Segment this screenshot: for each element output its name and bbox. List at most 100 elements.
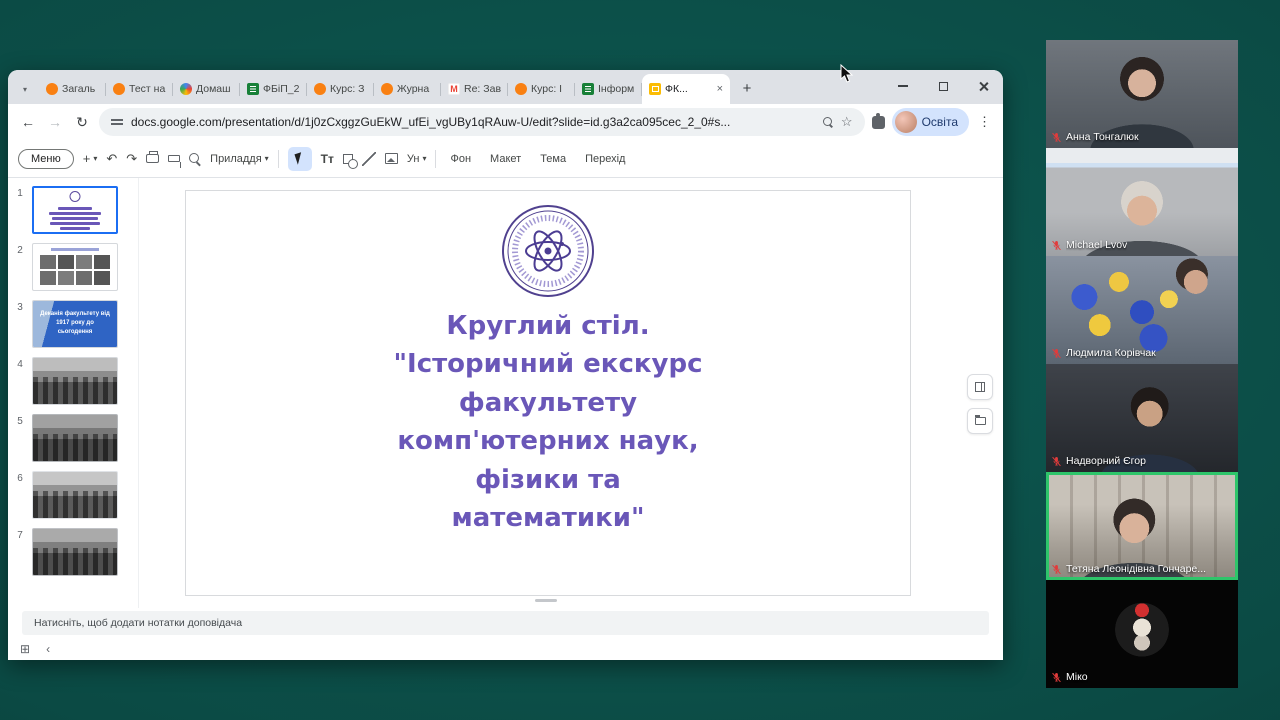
slide-filmstrip: 1 2	[8, 178, 138, 608]
transition-button[interactable]: Перехід	[580, 149, 630, 169]
browser-tab-4[interactable]: ФБіП_2	[240, 74, 307, 104]
mic-muted-icon	[1051, 240, 1062, 251]
url-text[interactable]: docs.google.com/presentation/d/1j0zCxggz…	[131, 115, 815, 129]
participant-name: Анна Тонгалюк	[1066, 131, 1139, 143]
slide-thumbnail-4[interactable]	[32, 357, 118, 405]
slide-thumbnail-2[interactable]	[32, 243, 118, 291]
participant-name: Міко	[1066, 671, 1088, 683]
font-dropdown-label: Ун	[407, 153, 420, 165]
tab-label: Інформ	[598, 83, 635, 95]
slide-thumbnail-1[interactable]	[32, 186, 118, 234]
participant-tile-tetiana-active-speaker[interactable]: Тетяна Леонідівна Гончаре...	[1046, 472, 1238, 580]
new-slide-button[interactable]: + ▾	[83, 151, 98, 166]
theme-button[interactable]: Тема	[535, 149, 571, 169]
print-icon[interactable]	[146, 154, 159, 163]
browser-tab-3[interactable]: Домаш	[173, 74, 240, 104]
collapse-filmstrip-button[interactable]: ‹	[46, 642, 50, 656]
tab-search-button[interactable]: ▾	[14, 78, 36, 100]
address-bar: ← → ↻ docs.google.com/presentation/d/1j0…	[8, 104, 1003, 140]
line-tool-icon[interactable]	[362, 152, 376, 166]
slide-title[interactable]: Круглий стіл. "Історичний екскурс факуль…	[226, 307, 870, 538]
new-tab-button[interactable]: +	[734, 75, 760, 101]
participant-tile-liudmyla[interactable]: Людмила Корівчак	[1046, 256, 1238, 364]
forward-button[interactable]: →	[45, 114, 65, 130]
participant-name: Тетяна Леонідівна Гончаре...	[1066, 563, 1206, 575]
tab-close-icon[interactable]: ×	[717, 83, 723, 95]
slide-number: 1	[8, 186, 32, 234]
minimize-icon	[898, 85, 908, 87]
speaker-notes-input[interactable]: Натисніть, щоб додати нотатки доповідача	[22, 611, 989, 635]
layout-button[interactable]: Макет	[485, 149, 526, 169]
participant-name-tag: Michael Lvov	[1051, 239, 1127, 251]
window-controls	[883, 70, 1003, 102]
tab-label: Журна	[397, 83, 434, 95]
undo-button[interactable]: ↶	[106, 151, 117, 167]
font-dropdown[interactable]: Ун ▾	[407, 153, 427, 165]
browser-tab-1[interactable]: Загаль	[39, 74, 106, 104]
chevron-down-icon: ▾	[265, 154, 269, 163]
back-button[interactable]: ←	[18, 114, 38, 130]
browser-tab-6[interactable]: Журна	[374, 74, 441, 104]
close-window-button[interactable]	[963, 70, 1003, 102]
maximize-button[interactable]	[923, 70, 963, 102]
url-omnibox[interactable]: docs.google.com/presentation/d/1j0zCxggz…	[99, 108, 865, 136]
extensions-icon[interactable]	[872, 116, 885, 129]
participant-tile-anna[interactable]: Анна Тонгалюк	[1046, 40, 1238, 148]
current-slide[interactable]: Круглий стіл. "Історичний екскурс факуль…	[185, 190, 911, 596]
bookmark-star-icon[interactable]: ☆	[841, 114, 853, 130]
browser-tab-active[interactable]: ФК... ×	[642, 74, 730, 104]
tab-label: Re: Зав	[464, 83, 501, 95]
site-settings-icon[interactable]	[111, 117, 123, 127]
slide-thumbnail-3[interactable]: Деканія факультету від 1917 року до сьог…	[32, 300, 118, 348]
slides-favicon-icon	[649, 83, 661, 95]
folder-panel-button[interactable]	[967, 408, 993, 434]
profile-avatar	[895, 111, 917, 133]
search-lens-icon[interactable]	[823, 117, 833, 127]
participant-tile-miko[interactable]: Міко	[1046, 580, 1238, 688]
participant-tile-michael[interactable]: Michael Lvov	[1046, 148, 1238, 256]
background-button[interactable]: Фон	[445, 149, 476, 169]
profile-name: Освіта	[922, 115, 958, 129]
slide-thumbnail-7[interactable]	[32, 528, 118, 576]
browser-tab-9[interactable]: Інформ	[575, 74, 642, 104]
browser-menu-icon[interactable]: ⋮	[976, 114, 993, 130]
mouse-cursor	[840, 64, 854, 89]
browser-tab-8[interactable]: Курс: І	[508, 74, 575, 104]
mic-muted-icon	[1051, 132, 1062, 143]
slides-toolbar: Меню + ▾ ↶ ↷ Приладдя ▾ Тт Ун	[8, 140, 1003, 178]
slides-bottom-bar: ⊞ ‹	[8, 638, 1003, 660]
text-box-tool-button[interactable]: Тт	[321, 152, 334, 166]
colorwheel-favicon-icon	[180, 83, 192, 95]
minimize-button[interactable]	[883, 70, 923, 102]
shape-tool-icon[interactable]	[343, 154, 353, 164]
plus-icon: +	[83, 151, 91, 166]
grid-view-button[interactable]: ⊞	[20, 642, 30, 656]
browser-tab-2[interactable]: Тест на	[106, 74, 173, 104]
participant-tile-yehor[interactable]: Надворний Єгор	[1046, 364, 1238, 472]
canvas-scroll-handle[interactable]	[535, 599, 557, 602]
cursor-icon	[295, 152, 305, 165]
maximize-icon	[939, 82, 948, 91]
slide-thumbnail-6[interactable]	[32, 471, 118, 519]
tools-dropdown[interactable]: Приладдя ▾	[210, 153, 269, 165]
paint-format-icon[interactable]	[168, 155, 180, 162]
thumb-logo-icon	[70, 191, 81, 202]
image-tool-icon[interactable]	[385, 153, 398, 164]
select-tool-button[interactable]	[288, 147, 312, 171]
participant-name-tag: Міко	[1051, 671, 1088, 683]
profile-chip[interactable]: Освіта	[892, 108, 969, 136]
tab-label: Загаль	[62, 83, 99, 95]
menu-button[interactable]: Меню	[18, 149, 74, 169]
slide-canvas: Круглий стіл. "Історичний екскурс факуль…	[138, 178, 1003, 608]
mic-muted-icon	[1051, 456, 1062, 467]
slide-thumbnail-5[interactable]	[32, 414, 118, 462]
mic-muted-icon	[1051, 564, 1062, 575]
side-panel-button[interactable]	[967, 374, 993, 400]
chevron-down-icon: ▾	[93, 154, 97, 163]
browser-tab-5[interactable]: Курс: З	[307, 74, 374, 104]
reload-button[interactable]: ↻	[72, 114, 92, 131]
moodle-favicon-icon	[113, 83, 125, 95]
redo-button[interactable]: ↷	[126, 151, 137, 167]
zoom-tool-icon[interactable]	[189, 153, 201, 165]
browser-tab-7[interactable]: M Re: Зав	[441, 74, 508, 104]
